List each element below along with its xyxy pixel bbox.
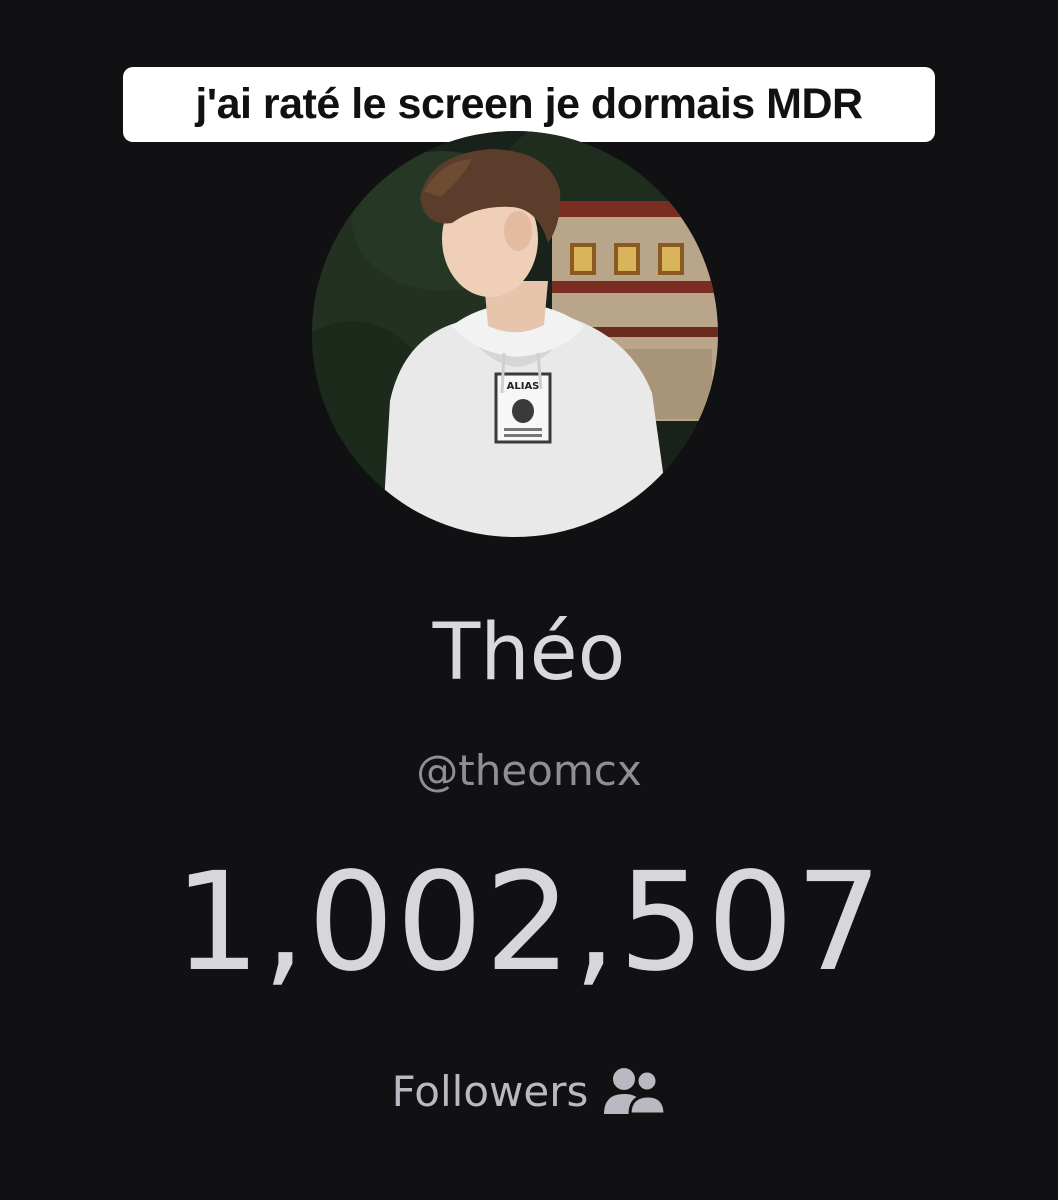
hoodie-print-text: ALIAS [507, 381, 540, 392]
caption-text: j'ai raté le screen je dormais MDR [195, 80, 863, 128]
followers-label: Followers [391, 1067, 589, 1116]
profile-handle[interactable]: @theomcx [0, 743, 1058, 799]
profile-name: Théo [432, 608, 626, 698]
avatar[interactable]: ALIAS [312, 131, 718, 537]
followers-label-row[interactable]: Followers [0, 1062, 1058, 1122]
followers-count: 1,002,507 [173, 844, 885, 1002]
profile-photo: ALIAS [312, 131, 718, 537]
users-icon [602, 1066, 667, 1118]
